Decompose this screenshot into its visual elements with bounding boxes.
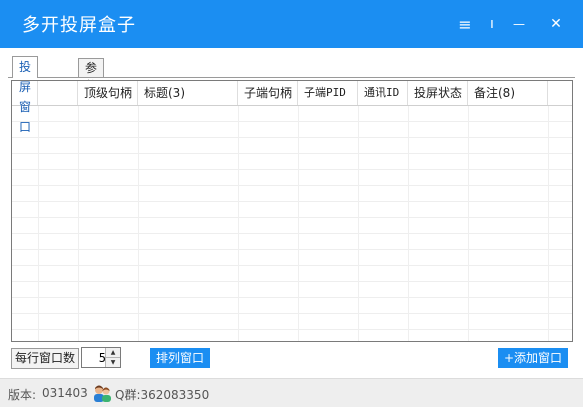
table-row[interactable]: [12, 106, 572, 122]
column-separator: [408, 106, 409, 341]
window-list-grid[interactable]: 顶级句柄 标题(3) 子端句柄 子端PID 通讯ID 投屏状态 备注(8): [11, 80, 573, 342]
arrange-windows-button[interactable]: 排列窗口: [150, 348, 211, 368]
per-row-input[interactable]: [84, 349, 106, 366]
grid-header: 顶级句柄 标题(3) 子端句柄 子端PID 通讯ID 投屏状态 备注(8): [12, 81, 572, 106]
column-header-comm-id[interactable]: 通讯ID: [358, 81, 408, 105]
column-header-extra[interactable]: [548, 81, 572, 105]
stepper-up-icon[interactable]: ▲: [106, 348, 120, 358]
tab-parameter-settings[interactable]: 参数设置: [78, 58, 105, 129]
column-separator: [138, 106, 139, 341]
column-header-check[interactable]: [38, 81, 78, 105]
column-header-top-handle[interactable]: 顶级句柄: [78, 81, 138, 105]
window-title: 多开投屏盒子: [22, 15, 136, 36]
table-row[interactable]: [12, 170, 572, 186]
table-row[interactable]: [12, 298, 572, 314]
menu-icon[interactable]: ≡: [453, 12, 477, 36]
table-row[interactable]: [12, 218, 572, 234]
stepper-down-icon[interactable]: ▼: [106, 358, 120, 367]
table-row[interactable]: [12, 202, 572, 218]
table-row[interactable]: [12, 314, 572, 330]
column-separator: [238, 106, 239, 341]
column-header-cast-status[interactable]: 投屏状态: [408, 81, 468, 105]
tab-divider: [8, 77, 575, 78]
qq-group-text: Q群:362083350: [115, 388, 210, 402]
per-row-label: 每行窗口数: [11, 348, 80, 369]
title-bar[interactable]: 多开投屏盒子 ≡ ı — ✕: [0, 0, 583, 48]
column-separator: [38, 106, 39, 341]
column-separator: [78, 106, 79, 341]
column-separator: [548, 106, 549, 341]
column-header-child-pid[interactable]: 子端PID: [298, 81, 358, 105]
main-panel: 投屏窗口 参数设置 顶级句柄 标题(3) 子端句柄 子端PID 通讯ID 投屏状…: [0, 48, 583, 378]
add-window-button[interactable]: +添加窗口: [498, 348, 569, 368]
tab-cast-windows[interactable]: 投屏窗口: [12, 56, 39, 134]
table-row[interactable]: [12, 186, 572, 202]
version-value: 031403: [42, 386, 88, 400]
table-row[interactable]: [12, 138, 572, 154]
column-header-note[interactable]: 备注(8): [468, 81, 548, 105]
column-separator: [298, 106, 299, 341]
qq-group-icon[interactable]: [92, 383, 112, 403]
table-row[interactable]: [12, 234, 572, 250]
column-header-child-handle[interactable]: 子端句柄: [238, 81, 298, 105]
close-icon[interactable]: ✕: [544, 12, 568, 36]
column-separator: [468, 106, 469, 341]
table-row[interactable]: [12, 266, 572, 282]
stepper-buttons: ▲ ▼: [105, 348, 120, 367]
bottom-toolbar: 每行窗口数 ▲ ▼ 排列窗口 +添加窗口: [0, 344, 583, 370]
column-separator: [358, 106, 359, 341]
column-header-title[interactable]: 标题(3): [138, 81, 238, 105]
version-label: 版本:: [8, 388, 37, 402]
table-row[interactable]: [12, 122, 572, 138]
grid-rows: [12, 106, 572, 341]
per-row-stepper[interactable]: ▲ ▼: [81, 347, 121, 368]
table-row[interactable]: [12, 154, 572, 170]
table-row[interactable]: [12, 250, 572, 266]
table-row[interactable]: [12, 282, 572, 298]
minimize-icon[interactable]: —: [507, 12, 531, 36]
pin-icon[interactable]: ı: [480, 12, 504, 36]
status-bar: 版本: 031403 Q群:362083350: [0, 378, 583, 407]
